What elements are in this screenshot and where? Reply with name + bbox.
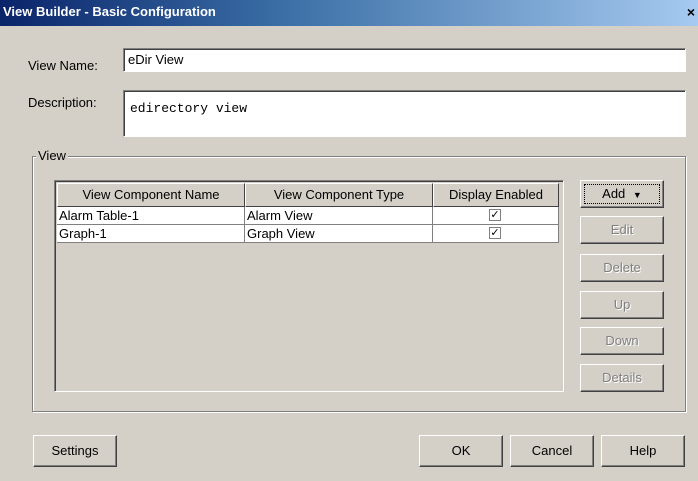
display-enabled-cell: ✓ (433, 225, 559, 243)
view-name-value: eDir View (128, 52, 184, 67)
component-name-cell: Alarm Table-1 (57, 207, 245, 225)
display-enabled-checkbox[interactable]: ✓ (489, 209, 501, 221)
table-row[interactable]: Alarm Table-1 Alarm View ✓ (57, 207, 559, 225)
close-icon[interactable]: × (684, 3, 698, 21)
help-button[interactable]: Help (601, 435, 685, 467)
details-button[interactable]: Details (580, 364, 664, 392)
edit-button[interactable]: Edit (580, 216, 664, 244)
view-component-table[interactable]: View Component Name View Component Type … (54, 180, 564, 392)
description-label: Description: (28, 95, 97, 110)
delete-button[interactable]: Delete (580, 254, 664, 282)
view-name-field[interactable]: eDir View (123, 48, 686, 72)
display-enabled-checkbox[interactable]: ✓ (489, 227, 501, 239)
settings-button[interactable]: Settings (33, 435, 117, 467)
column-header-display-enabled[interactable]: Display Enabled (433, 183, 559, 207)
component-type-cell: Alarm View (245, 207, 433, 225)
column-header-type[interactable]: View Component Type (245, 183, 433, 207)
down-button[interactable]: Down (580, 327, 664, 355)
column-header-name[interactable]: View Component Name (57, 183, 245, 207)
window-title: View Builder - Basic Configuration (3, 4, 216, 19)
component-type-cell: Graph View (245, 225, 433, 243)
description-field[interactable]: edirectory view (123, 90, 686, 137)
up-button[interactable]: Up (580, 291, 664, 319)
table-row[interactable]: Graph-1 Graph View ✓ (57, 225, 559, 243)
display-enabled-cell: ✓ (433, 207, 559, 225)
component-name-cell: Graph-1 (57, 225, 245, 243)
view-group-label: View (36, 148, 68, 163)
view-name-label: View Name: (28, 58, 98, 73)
cancel-button[interactable]: Cancel (510, 435, 594, 467)
add-button[interactable]: Add ▼ (580, 180, 664, 208)
focus-ring (584, 184, 660, 204)
ok-button[interactable]: OK (419, 435, 503, 467)
description-value: edirectory view (130, 101, 248, 116)
title-bar: View Builder - Basic Configuration × (0, 0, 698, 26)
